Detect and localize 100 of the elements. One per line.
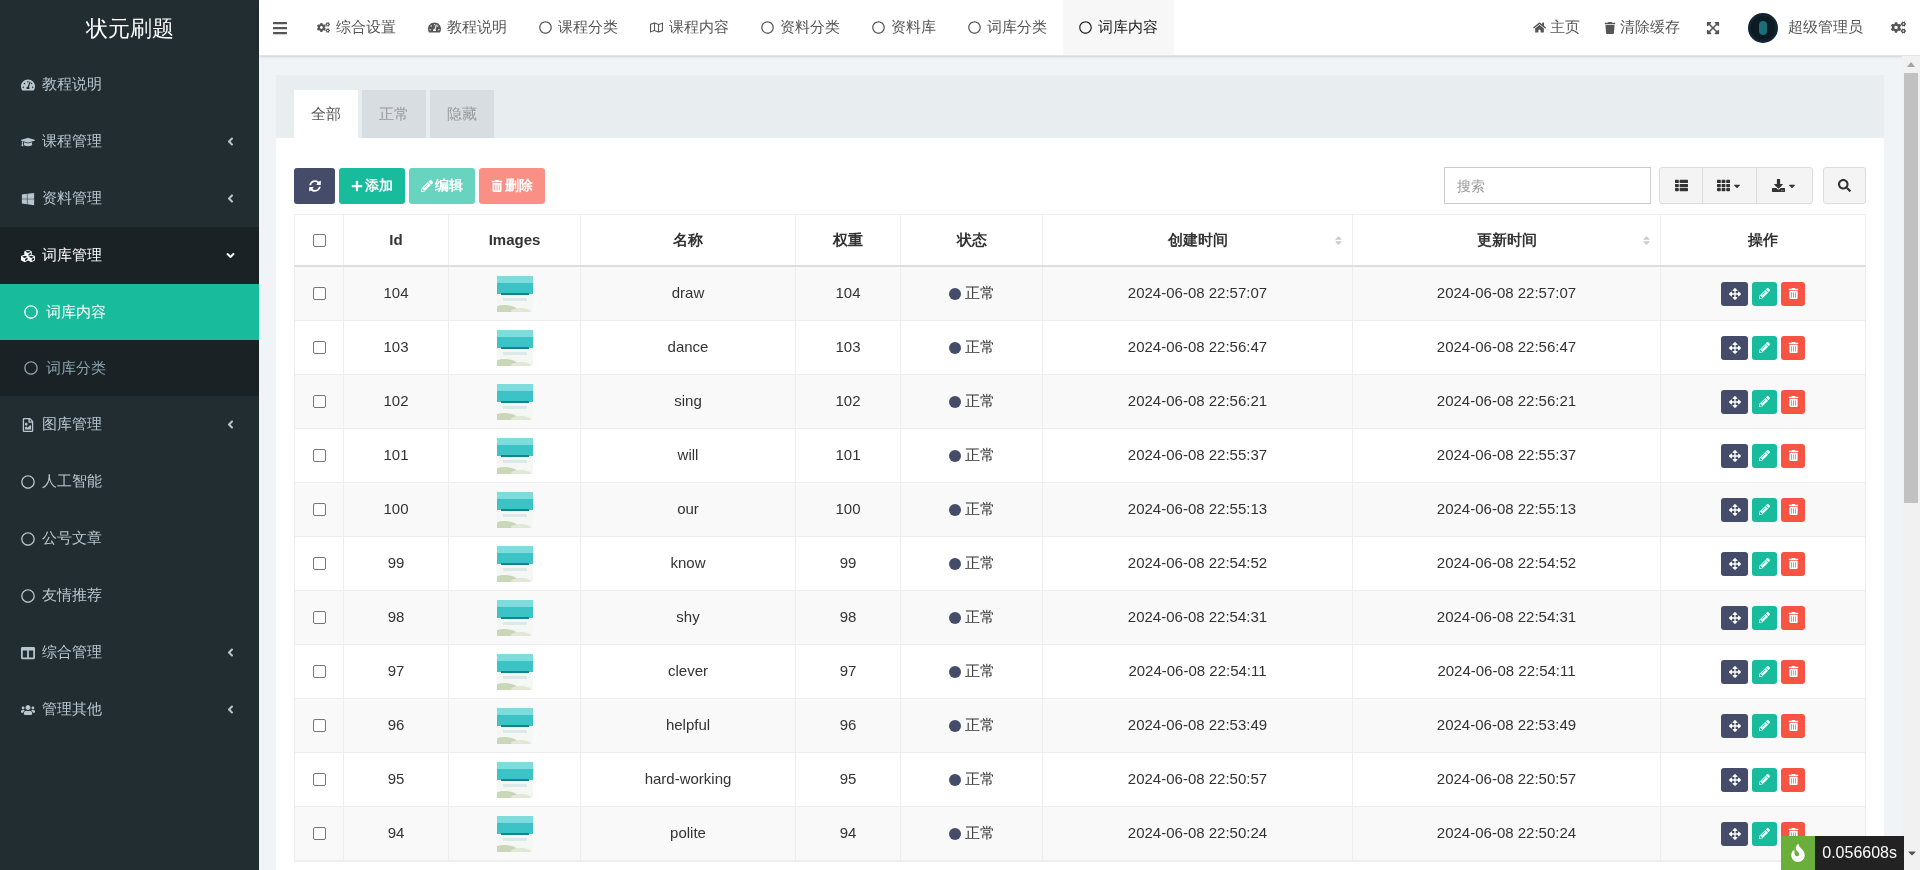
checkbox[interactable] bbox=[312, 395, 326, 408]
table-cell-text: 101 bbox=[835, 445, 861, 466]
checkbox[interactable] bbox=[312, 449, 326, 462]
checkbox[interactable] bbox=[312, 827, 326, 840]
refresh-button[interactable] bbox=[294, 167, 335, 204]
status-text: 正常 bbox=[964, 823, 995, 844]
sidebar-item[interactable]: 课程管理 bbox=[0, 113, 259, 170]
move-icon bbox=[1728, 665, 1741, 678]
sidebar-subitem[interactable]: 词库分类 bbox=[0, 340, 259, 396]
trash-icon bbox=[1787, 504, 1799, 515]
clear-cache-link[interactable]: 清除缓存 bbox=[1592, 0, 1692, 55]
gears-icon bbox=[317, 21, 330, 34]
table-cell-text: 2024-06-08 22:54:31 bbox=[1436, 607, 1577, 628]
drag-button[interactable] bbox=[1721, 821, 1748, 846]
checkbox[interactable] bbox=[312, 503, 326, 516]
pencil-icon bbox=[1759, 828, 1770, 839]
nav-tab[interactable]: 教程说明 bbox=[412, 0, 523, 55]
table-cell-text: 2024-06-08 22:54:31 bbox=[1127, 607, 1268, 628]
drag-button[interactable] bbox=[1721, 713, 1748, 738]
sidebar-item[interactable]: 公号文章 bbox=[0, 510, 259, 567]
scrollbar[interactable] bbox=[1902, 56, 1920, 870]
filter-tab[interactable]: 全部 bbox=[294, 90, 358, 138]
checkbox[interactable] bbox=[312, 611, 326, 624]
delete-button[interactable] bbox=[1781, 335, 1805, 360]
table-cell-text: 2024-06-08 22:56:21 bbox=[1127, 391, 1268, 412]
nav-tab[interactable]: 课程内容 bbox=[634, 0, 745, 55]
settings-icon[interactable] bbox=[1891, 20, 1906, 35]
trash-icon bbox=[491, 179, 503, 192]
pencil-icon bbox=[1759, 720, 1770, 731]
table-cell-text: 2024-06-08 22:56:47 bbox=[1127, 337, 1268, 358]
sidebar-item[interactable]: 人工智能 bbox=[0, 453, 259, 510]
menu-icon[interactable] bbox=[272, 19, 288, 36]
table-cell-text: will bbox=[677, 445, 699, 466]
table-cell-text: 2024-06-08 22:50:57 bbox=[1127, 769, 1268, 790]
search-field[interactable]: 搜索 bbox=[1444, 167, 1651, 204]
status-text: 正常 bbox=[964, 715, 995, 736]
drag-button[interactable] bbox=[1721, 281, 1748, 306]
status-text: 正常 bbox=[964, 769, 995, 790]
table-cell-text: 102 bbox=[383, 391, 409, 412]
sidebar-item[interactable]: 资料管理 bbox=[0, 170, 259, 227]
drag-button[interactable] bbox=[1721, 605, 1748, 630]
delete-button[interactable] bbox=[1781, 497, 1805, 522]
table-cell-text: 100 bbox=[835, 499, 861, 520]
drag-button[interactable] bbox=[1721, 389, 1748, 414]
drag-button[interactable] bbox=[1721, 335, 1748, 360]
drag-button[interactable] bbox=[1721, 551, 1748, 576]
table-cell-text: clever bbox=[668, 661, 708, 682]
checkbox[interactable] bbox=[312, 773, 326, 786]
table-cell-text: 102 bbox=[835, 391, 861, 412]
dashboard-icon bbox=[428, 21, 441, 34]
home-link[interactable]: 主页 bbox=[1521, 0, 1592, 55]
nav-tab[interactable]: 综合设置 bbox=[301, 0, 412, 55]
cubes-icon bbox=[20, 248, 36, 263]
nav-tab[interactable]: 资料分类 bbox=[745, 0, 856, 55]
drag-button[interactable] bbox=[1721, 659, 1748, 684]
table-cell-text: 98 bbox=[839, 607, 857, 628]
profiler-toast[interactable]: 0.056608s bbox=[1781, 836, 1920, 870]
list-icon bbox=[1674, 179, 1688, 192]
nav-tab[interactable]: 资料库 bbox=[856, 0, 952, 55]
checkbox[interactable] bbox=[312, 341, 326, 354]
user-menu[interactable]: 超级管理员 bbox=[1734, 0, 1877, 55]
sidebar-item[interactable]: 教程说明 bbox=[0, 56, 259, 113]
table-cell-text: 2024-06-08 22:50:24 bbox=[1127, 823, 1268, 844]
delete-button[interactable] bbox=[1781, 767, 1805, 792]
table-cell-text: 2024-06-08 22:54:11 bbox=[1128, 661, 1267, 682]
search-button[interactable] bbox=[1823, 167, 1866, 204]
checkbox[interactable] bbox=[312, 233, 326, 247]
delete-button[interactable] bbox=[1781, 605, 1805, 630]
sidebar-item[interactable]: 综合管理 bbox=[0, 624, 259, 681]
sidebar-item[interactable]: 词库管理 bbox=[0, 227, 259, 284]
pencil-icon bbox=[1759, 342, 1770, 353]
nav-tab[interactable]: 词库分类 bbox=[952, 0, 1063, 55]
pencil-icon bbox=[421, 179, 433, 192]
drag-button[interactable] bbox=[1721, 443, 1748, 468]
status-text: 正常 bbox=[964, 283, 995, 304]
checkbox[interactable] bbox=[312, 719, 326, 732]
trash-icon bbox=[1787, 342, 1799, 353]
checkbox[interactable] bbox=[312, 557, 326, 570]
app-logo[interactable]: 状元刷题 bbox=[85, 11, 174, 45]
delete-button[interactable] bbox=[1781, 281, 1805, 306]
delete-button[interactable] bbox=[1781, 443, 1805, 468]
move-icon bbox=[1728, 611, 1741, 624]
delete-button[interactable] bbox=[1781, 713, 1805, 738]
fullscreen-icon[interactable] bbox=[1706, 20, 1720, 35]
sidebar-item[interactable]: 管理其他 bbox=[0, 681, 259, 738]
pencil-icon bbox=[1759, 450, 1770, 461]
sidebar-item[interactable]: 友情推荐 bbox=[0, 567, 259, 624]
delete-button[interactable] bbox=[1781, 551, 1805, 576]
nav-tab[interactable]: 词库内容 bbox=[1063, 0, 1174, 55]
checkbox[interactable] bbox=[312, 665, 326, 678]
table-cell-text: 2024-06-08 22:55:13 bbox=[1127, 499, 1268, 520]
checkbox[interactable] bbox=[312, 287, 326, 300]
drag-button[interactable] bbox=[1721, 767, 1748, 792]
delete-button[interactable] bbox=[1781, 389, 1805, 414]
nav-tab[interactable]: 课程分类 bbox=[523, 0, 634, 55]
table-cell-text: know bbox=[670, 553, 706, 574]
delete-button[interactable] bbox=[1781, 659, 1805, 684]
sidebar-item[interactable]: 图库管理 bbox=[0, 396, 259, 453]
table-cell-text: polite bbox=[670, 823, 706, 844]
drag-button[interactable] bbox=[1721, 497, 1748, 522]
